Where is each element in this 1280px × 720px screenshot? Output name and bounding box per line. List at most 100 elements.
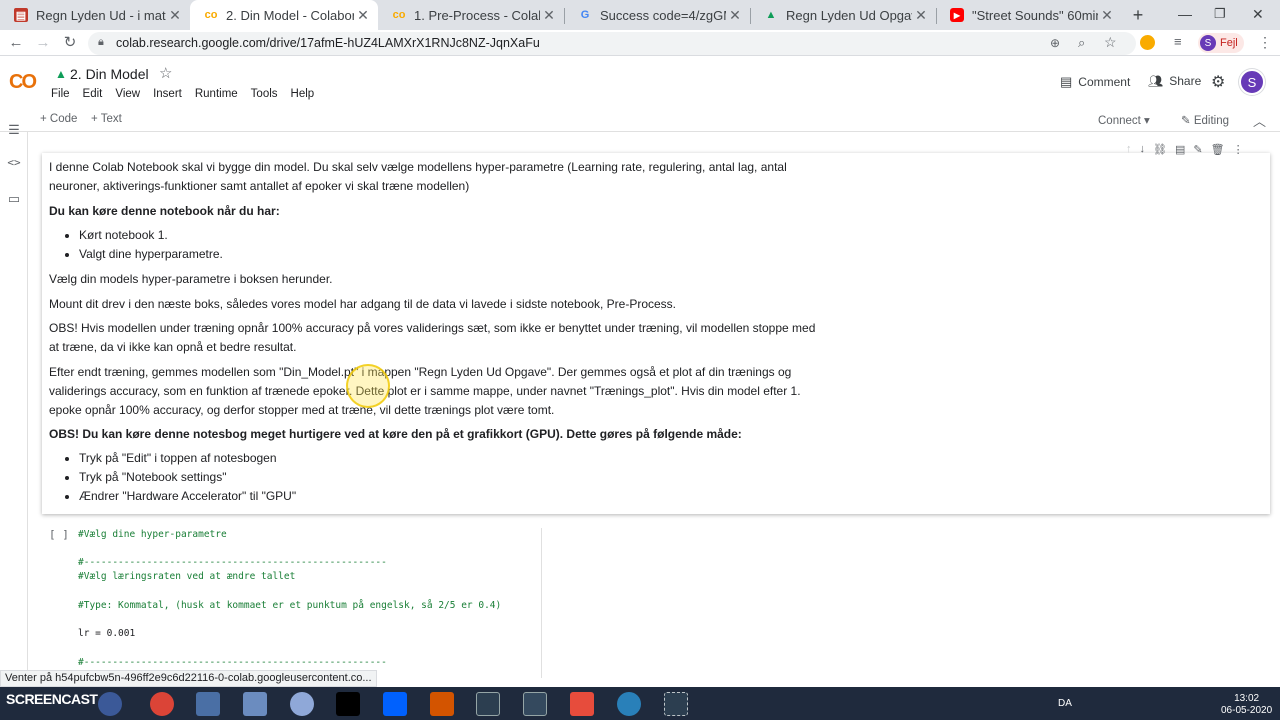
editing-label: Editing [1193,115,1230,127]
screencast-watermark: SCREENCAST [6,691,98,707]
close-tab-icon[interactable]: ✕ [1098,7,1116,24]
colab-icon: co [204,9,218,21]
code-line[interactable]: lr = 0.001 [78,628,135,639]
tab-title: Success code=4/zgGMr [600,7,726,23]
close-tab-icon[interactable]: ✕ [354,7,372,24]
files-folder-icon[interactable]: ▭ [6,191,22,207]
gpu-steps-list: Tryk på "Edit" i toppen af notesbogen Tr… [49,449,819,506]
browser-tab-5[interactable]: ▲ Regn Lyden Ud Opgave ✕ [750,0,936,30]
table-of-contents-icon[interactable]: ☰ [6,122,22,138]
close-tab-icon[interactable]: ✕ [166,7,184,24]
editing-button[interactable]: ✎ Editing [1181,113,1229,127]
menu-tools[interactable]: Tools [251,88,278,100]
add-code-button[interactable]: + Code [40,113,77,125]
menu-file[interactable]: File [51,88,70,100]
chevron-down-icon: ▾ [1144,115,1150,127]
app-icon[interactable] [196,692,220,716]
browser-tab-1[interactable]: ▤ Regn Lyden Ud - i mate ✕ [0,0,190,30]
app-icon[interactable] [476,692,500,716]
star-icon[interactable]: ☆ [159,64,172,82]
list-item: Ændrer "Hardware Accelerator" til "GPU" [79,487,819,506]
browser-tab-4[interactable]: G Success code=4/zgGMr ✕ [564,0,750,30]
new-tab-icon[interactable]: + [1128,5,1148,25]
link-icon[interactable]: ⛓ [1153,143,1167,157]
add-text-button[interactable]: + Text [91,113,122,125]
matic-icon[interactable] [98,692,122,716]
settings-app-icon[interactable] [290,692,314,716]
menu-insert[interactable]: Insert [153,88,182,100]
share-button[interactable]: 👥︎ Share [1148,74,1201,88]
move-down-icon[interactable]: ↓ [1140,143,1146,157]
language-indicator[interactable]: DA [1058,698,1072,709]
code-line[interactable]: #Vælg læringsraten ved at ændre tallet [78,571,295,582]
media-icon[interactable]: ≡ [1174,34,1182,49]
more-options-icon[interactable]: ⋮ [1233,143,1244,157]
browser-tab-6[interactable]: ▶ "Street Sounds" 60min ✕ [936,0,1122,30]
code-line[interactable]: #Type: Kommatal, (husk at kommaet er et … [78,600,501,611]
comment-icon[interactable]: ▤ [1175,143,1185,157]
forward-icon[interactable]: → [33,33,53,53]
code-line[interactable]: #---------------------------------------… [78,657,387,668]
extension-icon[interactable] [1140,35,1155,50]
zoom-icon[interactable]: ⌕ [1078,35,1085,51]
clock-time: 13:02 [1234,693,1260,704]
colab-logo[interactable]: CO [9,71,37,94]
tab-title: 2. Din Model - Colabora [226,7,354,23]
calculator-icon[interactable] [243,692,267,716]
comment-button[interactable]: ▤ Comment [1060,74,1130,90]
app-icon[interactable] [430,692,454,716]
close-tab-icon[interactable]: ✕ [912,7,930,24]
pencil-icon[interactable]: ✎ [1193,143,1202,157]
tab-title: Regn Lyden Ud - i mate [36,7,166,23]
browser-toolbar: ← → ↻ 🔒︎ colab.research.google.com/drive… [0,30,1280,56]
profile-avatar: S [1200,35,1216,51]
menu-edit[interactable]: Edit [83,88,103,100]
slides-icon: ▤ [14,8,28,22]
code-snippets-icon[interactable]: <> [6,156,22,172]
maximize-icon[interactable]: ❐ [1214,6,1226,22]
obs-paragraph: OBS! Hvis modellen under træning opnår 1… [49,321,816,354]
connect-button[interactable]: Connect ▾ [1098,113,1150,127]
share-label: Share [1169,74,1202,88]
collapse-header-icon[interactable]: ︿ [1253,111,1266,130]
run-cell-button[interactable]: [ ] [49,528,69,541]
delete-icon[interactable]: 🗑︎ [1211,143,1225,157]
chrome-icon[interactable] [150,692,174,716]
chart-app-icon[interactable] [523,692,547,716]
notebook-title[interactable]: 2. Din Model [70,66,149,82]
requirements-list: Kørt notebook 1. Valgt dine hyperparamet… [49,226,819,264]
close-tab-icon[interactable]: ✕ [726,7,744,24]
profile-button[interactable]: S Fejl [1198,33,1244,53]
terminal-icon[interactable] [336,692,360,716]
move-up-icon[interactable]: ↑ [1126,143,1132,157]
system-clock[interactable]: 13:02 06-05-2020 [1221,693,1272,717]
address-bar[interactable]: 🔒︎ colab.research.google.com/drive/17afm… [88,32,1136,55]
code-line[interactable]: #---------------------------------------… [78,557,387,568]
url-text[interactable]: colab.research.google.com/drive/17afmE-h… [116,36,540,50]
avatar[interactable]: S [1239,69,1265,95]
list-item: Valgt dine hyperparametre. [79,245,819,264]
browser-tab-3[interactable]: co 1. Pre-Process - Colabo ✕ [378,0,564,30]
logo-text: CO [9,71,37,93]
requirements-heading: Du kan køre denne notebook når du har: [49,204,280,218]
translate-icon[interactable]: ⊕ [1050,36,1060,50]
minimize-icon[interactable]: — [1178,6,1192,22]
menu-runtime[interactable]: Runtime [195,88,238,100]
snip-icon[interactable] [664,692,688,716]
gear-icon[interactable]: ⚙ [1211,72,1225,92]
close-window-icon[interactable]: ✕ [1252,6,1264,23]
menu-help[interactable]: Help [291,88,315,100]
dropbox-icon[interactable] [383,692,407,716]
back-icon[interactable]: ← [6,33,26,53]
menu-view[interactable]: View [115,88,140,100]
close-tab-icon[interactable]: ✕ [540,7,558,24]
connect-label: Connect [1098,115,1141,127]
browser-tab-2[interactable]: co 2. Din Model - Colabora ✕ [190,0,378,30]
star-icon[interactable]: ☆ [1104,34,1117,51]
browser-menu-icon[interactable]: ⋮ [1258,34,1272,51]
menu-bar: File Edit View Insert Runtime Tools Help [51,88,327,100]
pdf-icon[interactable] [570,692,594,716]
reload-icon[interactable]: ↻ [60,33,80,53]
app-icon[interactable] [617,692,641,716]
code-line[interactable]: #Vælg dine hyper-parametre [78,529,227,540]
